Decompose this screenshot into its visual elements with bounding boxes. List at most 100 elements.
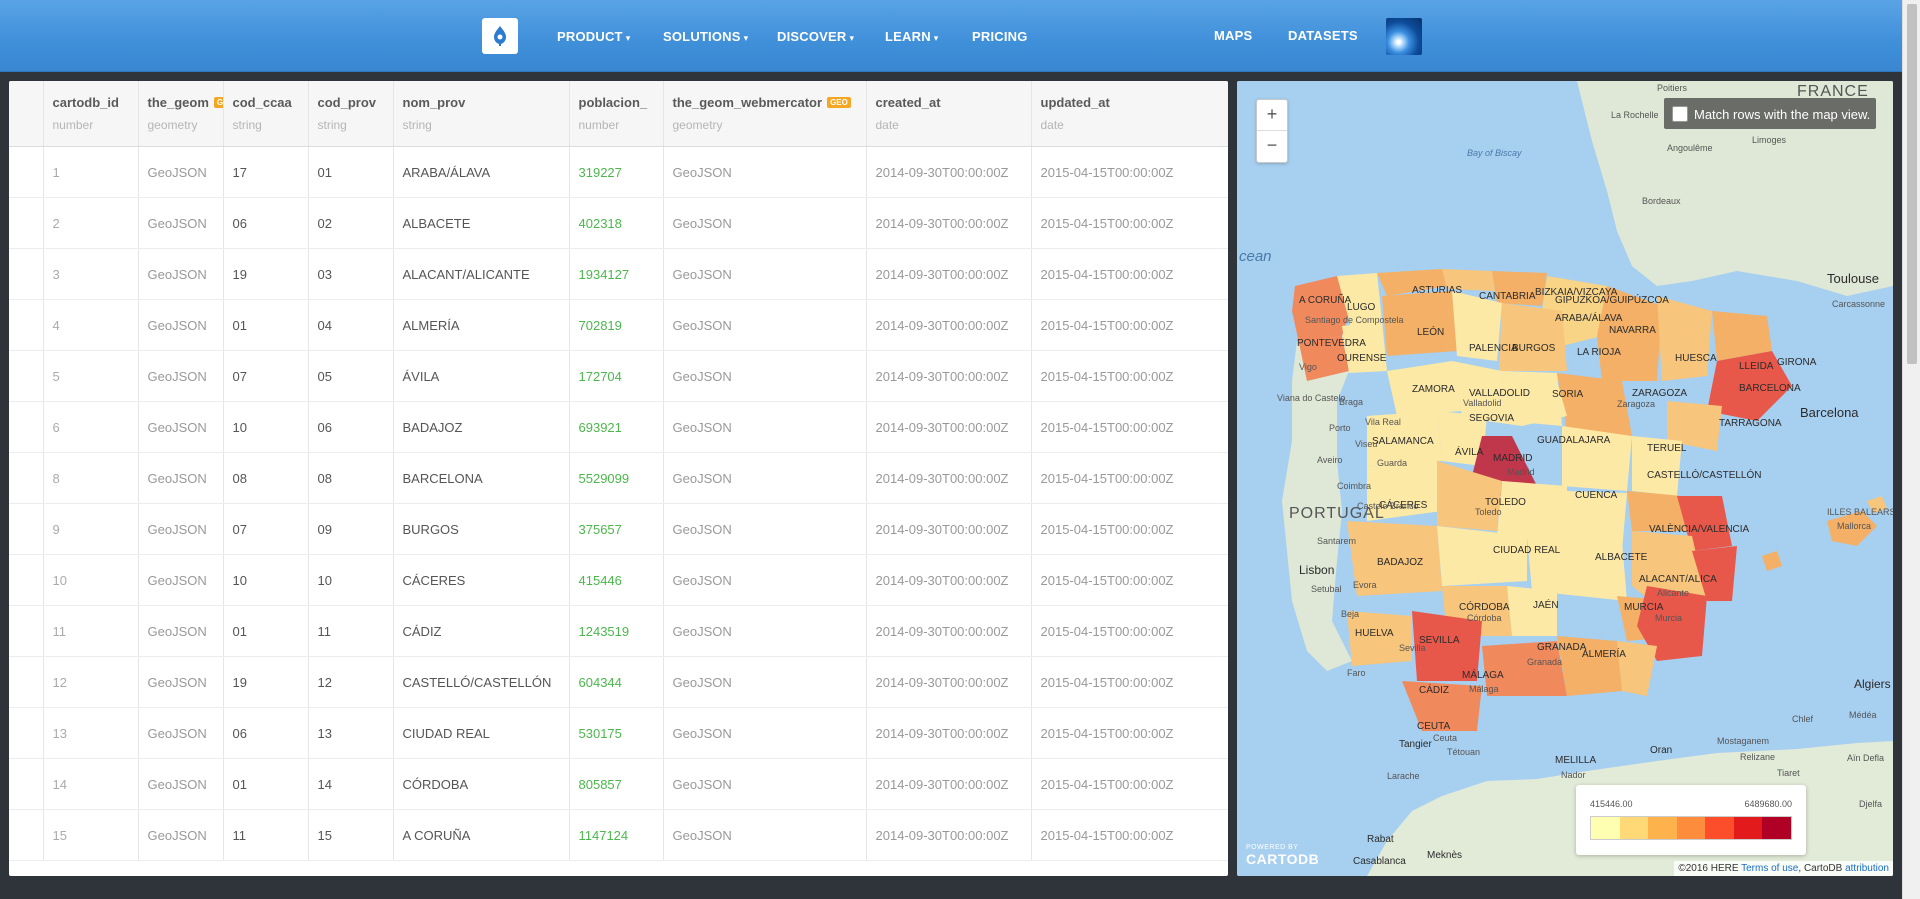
table-cell-updated-at[interactable]: 2015-04-15T00:00:00Z [1031, 146, 1228, 198]
table-cell-cod-prov[interactable]: 05 [308, 350, 394, 402]
zoom-in-button[interactable]: + [1257, 100, 1287, 130]
table-cell-poblacion-[interactable]: 805857 [569, 758, 664, 810]
table-cell-poblacion-[interactable]: 402318 [569, 197, 664, 249]
table-cell-updated-at[interactable]: 2015-04-15T00:00:00Z [1031, 503, 1228, 555]
cartodb-logo-icon[interactable] [482, 18, 518, 54]
table-cell-cod-ccaa[interactable]: 06 [223, 707, 309, 759]
table-cell-the-geom-webmercator[interactable]: GeoJSON [663, 503, 867, 555]
table-cell-created-at[interactable]: 2014-09-30T00:00:00Z [866, 197, 1032, 249]
table-cell-the-geom[interactable]: GeoJSON [138, 707, 224, 759]
window-scrollbar[interactable] [1902, 0, 1920, 899]
table-cell-poblacion-[interactable]: 172704 [569, 350, 664, 402]
zoom-out-button[interactable]: − [1257, 131, 1287, 161]
table-row[interactable]: 6 GeoJSON 10 06 BADAJOZ 693921 GeoJSON 2014-09-… [9, 401, 1228, 453]
table-cell-updated-at[interactable]: 2015-04-15T00:00:00Z [1031, 452, 1228, 504]
match-rows-checkbox[interactable] [1672, 106, 1688, 122]
table-cell-created-at[interactable]: 2014-09-30T00:00:00Z [866, 350, 1032, 402]
row-selector[interactable] [9, 605, 44, 657]
table-cell-cartodb-id[interactable]: 15 [43, 809, 139, 861]
table-cell-nom-prov[interactable]: ARABA/ÁLAVA [393, 146, 570, 198]
table-row[interactable]: 1 GeoJSON 17 01 ARABA/ÁLAVA 319227 GeoJSON 2014… [9, 146, 1228, 198]
table-cell-cod-ccaa[interactable]: 01 [223, 605, 309, 657]
table-cell-cod-prov[interactable]: 08 [308, 452, 394, 504]
table-cell-cartodb-id[interactable]: 11 [43, 605, 139, 657]
row-selector[interactable] [9, 197, 44, 249]
table-cell-poblacion-[interactable]: 319227 [569, 146, 664, 198]
table-cell-poblacion-[interactable]: 693921 [569, 401, 664, 453]
table-cell-the-geom-webmercator[interactable]: GeoJSON [663, 605, 867, 657]
table-cell-cod-ccaa[interactable]: 07 [223, 350, 309, 402]
table-cell-cartodb-id[interactable]: 8 [43, 452, 139, 504]
table-cell-created-at[interactable]: 2014-09-30T00:00:00Z [866, 809, 1032, 861]
row-selector[interactable] [9, 809, 44, 861]
map-panel[interactable]: FRANCE PORTUGAL Bay of Biscay cean A COR… [1237, 81, 1893, 876]
nav-solutions[interactable]: SOLUTIONS ▾ [663, 29, 748, 44]
table-row[interactable]: 2 GeoJSON 06 02 ALBACETE 402318 GeoJSON 2014-09… [9, 197, 1228, 249]
row-selector[interactable] [9, 656, 44, 708]
table-row[interactable]: 3 GeoJSON 19 03 ALACANT/ALICANTE 1934127 GeoJS… [9, 248, 1228, 300]
row-selector[interactable] [9, 758, 44, 810]
table-cell-updated-at[interactable]: 2015-04-15T00:00:00Z [1031, 707, 1228, 759]
table-cell-updated-at[interactable]: 2015-04-15T00:00:00Z [1031, 554, 1228, 606]
column-header-cartodb-id[interactable]: cartodb_id number [43, 81, 139, 147]
scrollbar-thumb[interactable] [1907, 4, 1917, 364]
row-selector[interactable] [9, 248, 44, 300]
table-cell-poblacion-[interactable]: 530175 [569, 707, 664, 759]
table-cell-nom-prov[interactable]: CÁDIZ [393, 605, 570, 657]
table-row[interactable]: 5 GeoJSON 07 05 ÁVILA 172704 GeoJSON 2014-09-30… [9, 350, 1228, 402]
table-cell-nom-prov[interactable]: ALACANT/ALICANTE [393, 248, 570, 300]
table-cell-created-at[interactable]: 2014-09-30T00:00:00Z [866, 758, 1032, 810]
table-cell-poblacion-[interactable]: 604344 [569, 656, 664, 708]
column-header-updated-at[interactable]: updated_at date [1031, 81, 1228, 147]
row-selector[interactable] [9, 707, 44, 759]
table-cell-the-geom-webmercator[interactable]: GeoJSON [663, 554, 867, 606]
nav-maps[interactable]: MAPS [1214, 28, 1252, 43]
table-cell-the-geom[interactable]: GeoJSON [138, 554, 224, 606]
table-cell-created-at[interactable]: 2014-09-30T00:00:00Z [866, 656, 1032, 708]
table-cell-nom-prov[interactable]: BARCELONA [393, 452, 570, 504]
column-header-created-at[interactable]: created_at date [866, 81, 1032, 147]
table-row[interactable]: 11 GeoJSON 01 11 CÁDIZ 1243519 GeoJSON 2014-09-… [9, 605, 1228, 657]
globe-avatar-icon[interactable] [1386, 18, 1422, 55]
column-header-the-geom-webmercator[interactable]: the_geom_webmercator GEO geometry [663, 81, 867, 147]
table-cell-cod-prov[interactable]: 04 [308, 299, 394, 351]
table-cell-cartodb-id[interactable]: 2 [43, 197, 139, 249]
table-cell-the-geom[interactable]: GeoJSON [138, 401, 224, 453]
table-cell-the-geom-webmercator[interactable]: GeoJSON [663, 299, 867, 351]
table-row[interactable]: 13 GeoJSON 06 13 CIUDAD REAL 530175 GeoJSON 201… [9, 707, 1228, 759]
table-cell-updated-at[interactable]: 2015-04-15T00:00:00Z [1031, 758, 1228, 810]
table-cell-created-at[interactable]: 2014-09-30T00:00:00Z [866, 299, 1032, 351]
table-cell-cod-ccaa[interactable]: 17 [223, 146, 309, 198]
attribution-link[interactable]: attribution [1845, 863, 1889, 874]
table-cell-the-geom-webmercator[interactable]: GeoJSON [663, 146, 867, 198]
table-cell-updated-at[interactable]: 2015-04-15T00:00:00Z [1031, 248, 1228, 300]
column-header-cod-ccaa[interactable]: cod_ccaa string [223, 81, 309, 147]
table-cell-poblacion-[interactable]: 375657 [569, 503, 664, 555]
table-cell-nom-prov[interactable]: BADAJOZ [393, 401, 570, 453]
nav-pricing[interactable]: PRICING [972, 29, 1028, 44]
table-cell-the-geom[interactable]: GeoJSON [138, 452, 224, 504]
table-cell-created-at[interactable]: 2014-09-30T00:00:00Z [866, 401, 1032, 453]
table-cell-nom-prov[interactable]: CÁCERES [393, 554, 570, 606]
table-cell-created-at[interactable]: 2014-09-30T00:00:00Z [866, 707, 1032, 759]
table-cell-the-geom-webmercator[interactable]: GeoJSON [663, 197, 867, 249]
table-cell-cod-prov[interactable]: 15 [308, 809, 394, 861]
table-cell-the-geom[interactable]: GeoJSON [138, 758, 224, 810]
map-canvas[interactable]: FRANCE PORTUGAL Bay of Biscay cean A COR… [1237, 81, 1893, 876]
table-cell-cod-prov[interactable]: 03 [308, 248, 394, 300]
table-cell-cartodb-id[interactable]: 1 [43, 146, 139, 198]
table-cell-nom-prov[interactable]: CÓRDOBA [393, 758, 570, 810]
table-cell-poblacion-[interactable]: 702819 [569, 299, 664, 351]
table-cell-cod-ccaa[interactable]: 06 [223, 197, 309, 249]
row-selector[interactable] [9, 146, 44, 198]
table-cell-cartodb-id[interactable]: 12 [43, 656, 139, 708]
table-cell-cod-ccaa[interactable]: 08 [223, 452, 309, 504]
table-cell-cartodb-id[interactable]: 10 [43, 554, 139, 606]
table-row[interactable]: 4 GeoJSON 01 04 ALMERÍA 702819 GeoJSON 2014-09-… [9, 299, 1228, 351]
cartodb-powered-logo[interactable]: POWERED BY CARTODB [1246, 844, 1319, 869]
table-cell-cod-ccaa[interactable]: 11 [223, 809, 309, 861]
table-cell-the-geom[interactable]: GeoJSON [138, 656, 224, 708]
table-cell-nom-prov[interactable]: CASTELLÓ/CASTELLÓN [393, 656, 570, 708]
table-cell-poblacion-[interactable]: 1147124 [569, 809, 664, 861]
nav-learn[interactable]: LEARN ▾ [885, 29, 939, 44]
